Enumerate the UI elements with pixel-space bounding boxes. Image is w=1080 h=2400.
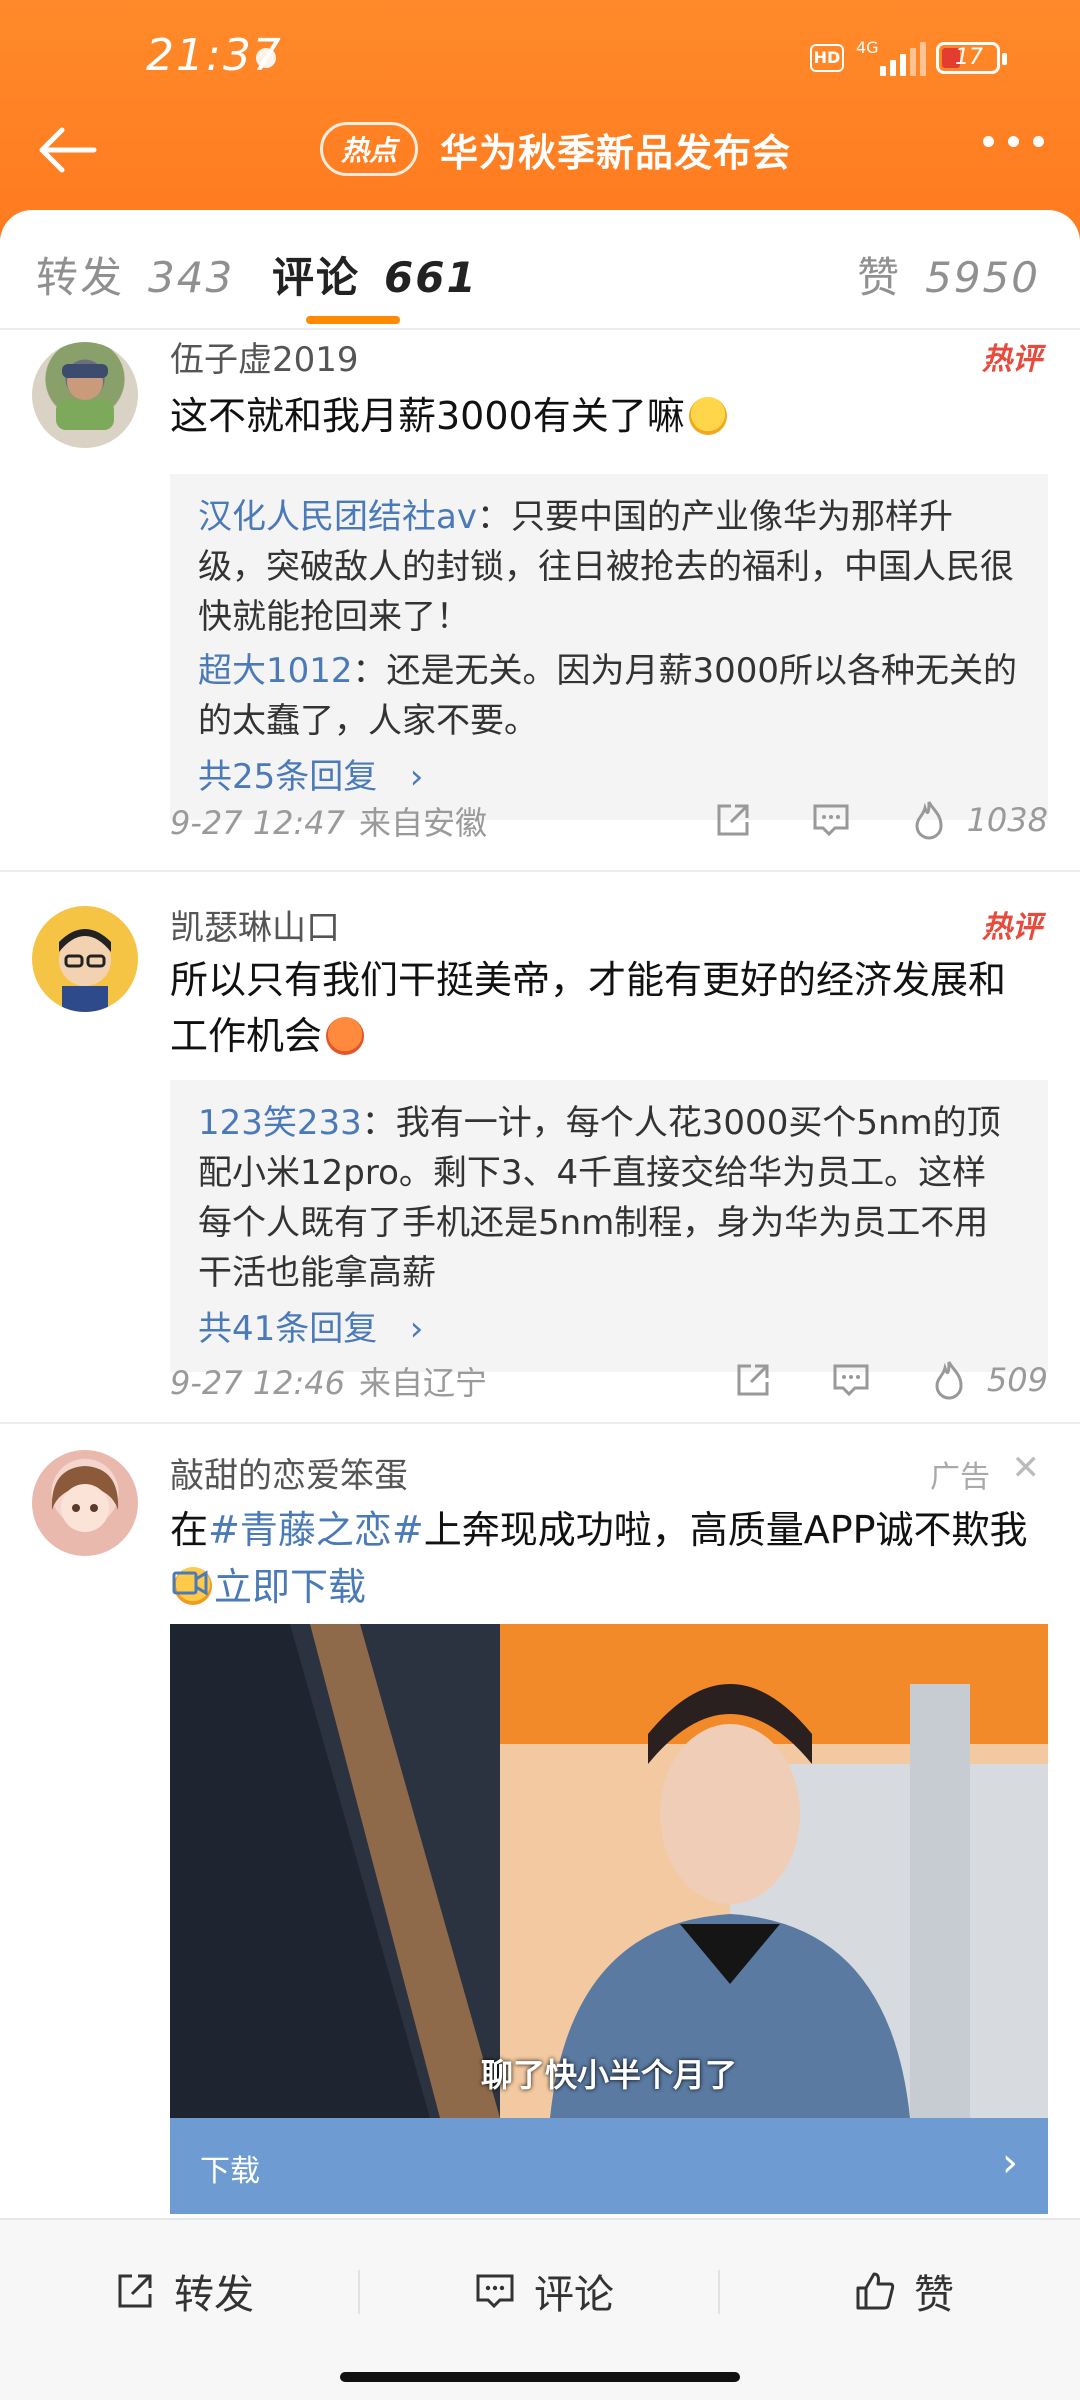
home-indicator[interactable] bbox=[340, 2372, 740, 2382]
laugh-emoji-icon bbox=[688, 397, 727, 435]
tab-likes[interactable]: 赞 5950 bbox=[857, 244, 1040, 305]
battery-level: 17 bbox=[955, 45, 983, 70]
ad-video-thumbnail[interactable]: 聊了快小半个月了 bbox=[170, 1624, 1048, 2118]
hot-comment-badge: 热评 bbox=[982, 910, 1042, 945]
reply-username[interactable]: 123笑233 bbox=[198, 1103, 362, 1143]
tab-comments-label: 评论 bbox=[272, 253, 361, 302]
tab-forward[interactable]: 转发 343 bbox=[36, 244, 234, 305]
flame-icon bbox=[935, 1361, 963, 1400]
view-replies-link[interactable]: 共41条回复 › bbox=[198, 1304, 1020, 1354]
like-count: 1038 bbox=[966, 801, 1048, 839]
comment-meta: 9-27 12:46 来自辽宁 509 bbox=[170, 1358, 1048, 1408]
comment-text-content: 所以只有我们干挺美帝，才能有更好的经济发展和工作机会 bbox=[170, 958, 1007, 1058]
avatar[interactable] bbox=[32, 342, 138, 448]
ad-username[interactable]: 敲甜的恋爱笨蛋 bbox=[170, 1448, 408, 1497]
status-bar: 21:37 HD 4G 17 bbox=[0, 0, 1080, 110]
comment-location: 来自辽宁 bbox=[359, 1364, 488, 1402]
like-button[interactable]: 509 bbox=[927, 1358, 1048, 1402]
reply-username[interactable]: 汉化人民团结社av bbox=[198, 497, 477, 537]
ad-download-bar[interactable]: 下载 › bbox=[170, 2118, 1048, 2214]
comment-text: 这不就和我月薪3000有关了嘛 bbox=[170, 388, 1040, 444]
tab-comments-count: 661 bbox=[384, 253, 478, 302]
ad-text-prefix: 在 bbox=[170, 1508, 209, 1552]
reply-preview[interactable]: 123笑233：我有一计，每个人花3000买个5nm的顶配小米12pro。剩下3… bbox=[170, 1080, 1048, 1372]
hot-comment-badge: 热评 bbox=[982, 342, 1042, 377]
forward-label: 转发 bbox=[174, 2272, 254, 2318]
thumbs-up-icon bbox=[856, 2272, 895, 2310]
close-icon[interactable]: ✕ bbox=[1012, 1448, 1041, 1488]
chevron-right-icon: › bbox=[388, 1309, 424, 1349]
tab-likes-count: 5950 bbox=[925, 253, 1040, 302]
signal-icon bbox=[880, 42, 926, 76]
comment-icon bbox=[476, 2274, 514, 2309]
comment-button[interactable]: 评论 bbox=[472, 2262, 614, 2320]
notification-icon bbox=[256, 48, 276, 68]
divider bbox=[0, 870, 1080, 872]
tab-forward-count: 343 bbox=[148, 253, 235, 302]
reply-item: 超大1012：还是无关。因为月薪3000所以各种无关的的太蠢了，人家不要。 bbox=[198, 646, 1020, 746]
download-link[interactable]: 立即下载 bbox=[172, 1556, 366, 1611]
back-arrow-icon[interactable] bbox=[36, 122, 100, 178]
tab-active-indicator bbox=[306, 316, 400, 324]
flame-icon bbox=[915, 801, 943, 840]
avatar[interactable] bbox=[32, 1450, 138, 1556]
network-type: 4G bbox=[856, 38, 879, 57]
download-link-label: 立即下载 bbox=[214, 1565, 367, 1609]
video-caption: 聊了快小半个月了 bbox=[480, 2056, 737, 2094]
tab-likes-label: 赞 bbox=[857, 253, 902, 302]
share-icon bbox=[118, 2274, 152, 2308]
tab-comments[interactable]: 评论 661 bbox=[272, 244, 478, 305]
reply-username[interactable]: 超大1012 bbox=[198, 651, 353, 691]
topic-title-wrap: 热点 华为秋季新品发布会 bbox=[320, 122, 791, 176]
comment-text-content: 这不就和我月薪3000有关了嘛 bbox=[170, 394, 685, 438]
comment-text: 所以只有我们干挺美帝，才能有更好的经济发展和工作机会 bbox=[170, 952, 1040, 1064]
comment-actions: 509 bbox=[731, 1358, 1048, 1402]
reply-item: 汉化人民团结社av：只要中国的产业像华为那样升级，突破敌人的封锁，往日被抢去的福… bbox=[198, 492, 1020, 642]
divider bbox=[0, 1422, 1080, 1424]
reply-count-label: 共41条回复 bbox=[198, 1309, 378, 1349]
separator bbox=[718, 2270, 720, 2314]
comment-meta: 9-27 12:47 来自安徽 1038 bbox=[170, 798, 1048, 848]
like-count: 509 bbox=[986, 1361, 1048, 1399]
comment-label: 评论 bbox=[534, 2272, 614, 2318]
like-button[interactable]: 赞 bbox=[852, 2262, 954, 2320]
reply-item: 123笑233：我有一计，每个人花3000买个5nm的顶配小米12pro。剩下3… bbox=[198, 1098, 1020, 1298]
reply-icon[interactable] bbox=[809, 798, 853, 842]
reply-preview[interactable]: 汉化人民团结社av：只要中国的产业像华为那样升级，突破敌人的封锁，往日被抢去的福… bbox=[170, 474, 1048, 820]
avatar[interactable] bbox=[32, 906, 138, 1012]
reply-icon[interactable] bbox=[829, 1358, 873, 1402]
separator bbox=[358, 2270, 360, 2314]
reply-count-label: 共25条回复 bbox=[198, 757, 378, 797]
page-title: 华为秋季新品发布会 bbox=[440, 130, 792, 175]
ad-text-suffix: 上奔现成功啦，高质量APP诚不欺我 bbox=[423, 1508, 1028, 1552]
comment-actions: 1038 bbox=[711, 798, 1048, 842]
comment-date: 9-27 12:47 bbox=[170, 804, 346, 842]
hashtag-link[interactable]: #青藤之恋# bbox=[208, 1508, 424, 1552]
battery-icon: 17 bbox=[936, 42, 1007, 74]
share-icon[interactable] bbox=[731, 1358, 775, 1402]
like-label: 赞 bbox=[914, 2272, 954, 2318]
header: 21:37 HD 4G 17 热点 华为秋季新品发布会 bbox=[0, 0, 1080, 240]
hd-icon: HD bbox=[810, 44, 844, 72]
comment-location: 来自安徽 bbox=[359, 804, 488, 842]
chevron-right-icon: › bbox=[1002, 2140, 1018, 2186]
tab-bar: 转发 343 评论 661 赞 5950 bbox=[0, 210, 1080, 330]
more-options-icon[interactable] bbox=[983, 136, 1044, 147]
tab-forward-label: 转发 bbox=[36, 253, 125, 302]
video-icon bbox=[172, 1569, 208, 1596]
ad-label: 广告 bbox=[930, 1460, 990, 1495]
forward-button[interactable]: 转发 bbox=[112, 2262, 254, 2320]
ad-download-label: 下载 bbox=[200, 2154, 260, 2189]
hot-topic-tag: 热点 bbox=[320, 122, 419, 176]
chevron-right-icon: › bbox=[388, 757, 424, 797]
ad-scene-image bbox=[170, 1624, 1048, 2118]
comment-date: 9-27 12:46 bbox=[170, 1364, 346, 1402]
share-icon[interactable] bbox=[711, 798, 755, 842]
comment-username[interactable]: 伍子虚2019 bbox=[170, 332, 359, 381]
like-button[interactable]: 1038 bbox=[907, 798, 1048, 842]
comment-username[interactable]: 凯瑟琳山口 bbox=[170, 900, 340, 949]
view-replies-link[interactable]: 共25条回复 › bbox=[198, 752, 1020, 802]
angry-emoji-icon bbox=[326, 1017, 365, 1055]
